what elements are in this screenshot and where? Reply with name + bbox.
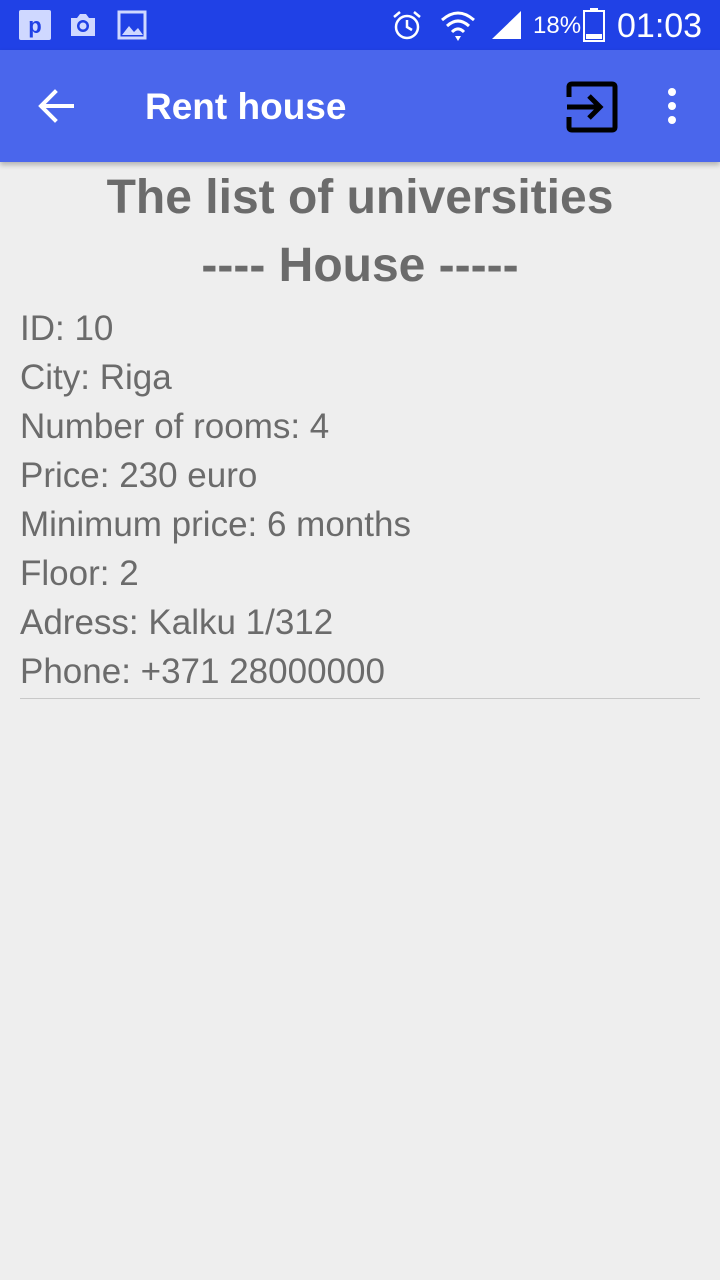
gallery-icon [116,9,148,46]
more-vert-icon[interactable] [662,88,682,129]
detail-id: ID: 10 [20,309,114,348]
detail-floor: Floor: 2 [20,554,139,593]
detail-phone: Phone: +371 28000000 [20,652,385,691]
pinterest-icon: p [18,9,52,46]
detail-rooms: Number of rooms: 4 [20,407,330,446]
detail-price: Price: 230 euro [20,456,258,495]
detail-address: Adress: Kalku 1/312 [20,603,334,642]
camera-icon [67,9,99,46]
detail-minimum-price: Minimum price: 6 months [20,505,411,544]
battery-percent: 18% [533,12,582,39]
svg-text:p: p [28,13,41,38]
house-subheading: ---- House ----- [201,239,519,292]
battery-icon [583,8,605,47]
status-bar: p 18% 01:03 [0,0,720,50]
page-title: Rent house [145,86,347,127]
alarm-icon [390,9,424,46]
exit-icon[interactable] [565,81,619,138]
back-arrow-icon[interactable] [36,87,76,130]
detail-city: City: Riga [20,358,172,397]
app-bar: Rent house [0,50,720,162]
signal-icon [490,9,524,46]
status-time: 01:03 [617,7,703,45]
wifi-icon [440,9,476,48]
house-details: ID: 10 City: Riga Number of rooms: 4 Pri… [20,300,700,696]
divider [20,698,700,699]
content-area: The list of universities ---- House ----… [0,162,720,699]
list-heading: The list of universities [106,171,614,224]
